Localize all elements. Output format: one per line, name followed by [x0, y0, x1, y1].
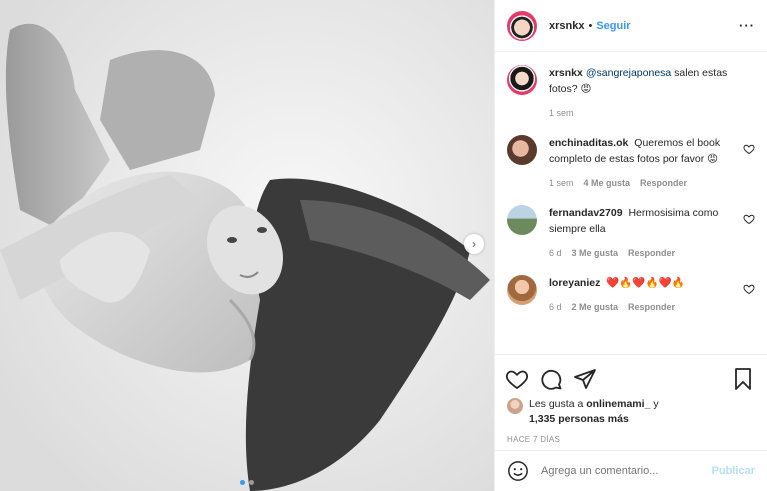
action-icons — [495, 355, 767, 393]
comment-time[interactable]: 6 d — [549, 299, 562, 315]
comment-likes[interactable]: 3 Me gusta — [572, 245, 619, 261]
avatar[interactable] — [507, 65, 537, 95]
like-heart-icon[interactable] — [505, 367, 529, 391]
comment-likes[interactable]: 2 Me gusta — [572, 299, 619, 315]
liker-avatar[interactable] — [507, 398, 523, 414]
comment: enchinaditas.ok Queremos el book complet… — [507, 135, 755, 191]
reply-button[interactable]: Responder — [640, 175, 687, 191]
reply-button[interactable]: Responder — [628, 245, 675, 261]
avatar[interactable] — [507, 275, 537, 305]
comment-input[interactable] — [541, 465, 712, 477]
liker-username[interactable]: onlinemami_ — [586, 398, 650, 410]
likes-summary: Les gusta a onlinemami_ y 1,335 personas… — [495, 393, 767, 427]
mention-link[interactable]: @sangrejaponesa — [586, 67, 671, 79]
comment-time[interactable]: 1 sem — [549, 105, 574, 121]
caption: xrsnkx @sangrejaponesa salen estas fotos?… — [507, 65, 755, 121]
carousel-dot — [249, 480, 254, 485]
reply-button[interactable]: Responder — [628, 299, 675, 315]
add-comment-bar: Publicar — [495, 450, 767, 491]
comments-list[interactable]: xrsnkx @sangrejaponesa salen estas fotos?… — [495, 53, 767, 354]
likes-prefix: Les gusta a — [529, 398, 587, 410]
carousel-next-button[interactable]: › — [464, 234, 484, 254]
publish-button[interactable]: Publicar — [712, 465, 755, 477]
share-plane-icon[interactable] — [573, 367, 597, 391]
comment-meta: 1 sem — [549, 105, 733, 121]
comment: fernandav2709 Hermosisima como siempre e… — [507, 205, 755, 261]
comment: loreyaniez ❤️🔥❤️🔥❤️🔥 6 d 2 Me gusta Resp… — [507, 275, 755, 315]
carousel-dot — [240, 480, 245, 485]
comment-username[interactable]: loreyaniez — [549, 277, 600, 289]
likes-conj: y — [650, 398, 659, 410]
heart-icon[interactable] — [743, 143, 755, 155]
comment-time[interactable]: 1 sem — [549, 175, 574, 191]
comment-meta: 6 d 3 Me gusta Responder — [549, 245, 733, 261]
follow-button[interactable]: Seguir — [596, 20, 630, 32]
post-timestamp[interactable]: HACE 7 DÍAS — [495, 427, 767, 444]
emoji-icon[interactable] — [507, 460, 529, 482]
carousel-dots — [0, 480, 494, 485]
comment-likes[interactable]: 4 Me gusta — [584, 175, 631, 191]
post-actions: Les gusta a onlinemami_ y 1,335 personas… — [495, 354, 767, 491]
post-header: xrsnkx • Seguir ··· — [495, 0, 767, 52]
photo-image — [0, 0, 494, 491]
post-photo[interactable]: › — [0, 0, 494, 491]
avatar[interactable] — [507, 205, 537, 235]
heart-icon[interactable] — [743, 213, 755, 225]
comment-username[interactable]: fernandav2709 — [549, 207, 623, 219]
comment-time[interactable]: 6 d — [549, 245, 562, 261]
avatar[interactable] — [507, 135, 537, 165]
author-avatar[interactable] — [507, 10, 537, 41]
instagram-post: › xrsnkx • Seguir ··· xrsnkx @sangrejapon… — [0, 0, 767, 491]
likes-count[interactable]: 1,335 personas más — [529, 413, 629, 425]
bookmark-icon[interactable] — [731, 367, 755, 391]
comment-meta: 1 sem 4 Me gusta Responder — [549, 175, 733, 191]
chevron-right-icon: › — [472, 237, 476, 251]
post-side-panel: xrsnkx • Seguir ··· xrsnkx @sangrejapones… — [494, 0, 767, 491]
heart-icon[interactable] — [743, 283, 755, 295]
author-username[interactable]: xrsnkx — [549, 20, 584, 32]
comment-bubble-icon[interactable] — [539, 367, 563, 391]
header-separator: • — [588, 19, 593, 32]
comment-username[interactable]: xrsnkx — [549, 67, 583, 79]
more-options-icon[interactable]: ··· — [739, 18, 755, 33]
comment-text: ❤️🔥❤️🔥❤️🔥 — [606, 277, 685, 289]
comment-username[interactable]: enchinaditas.ok — [549, 137, 628, 149]
comment-meta: 6 d 2 Me gusta Responder — [549, 299, 733, 315]
